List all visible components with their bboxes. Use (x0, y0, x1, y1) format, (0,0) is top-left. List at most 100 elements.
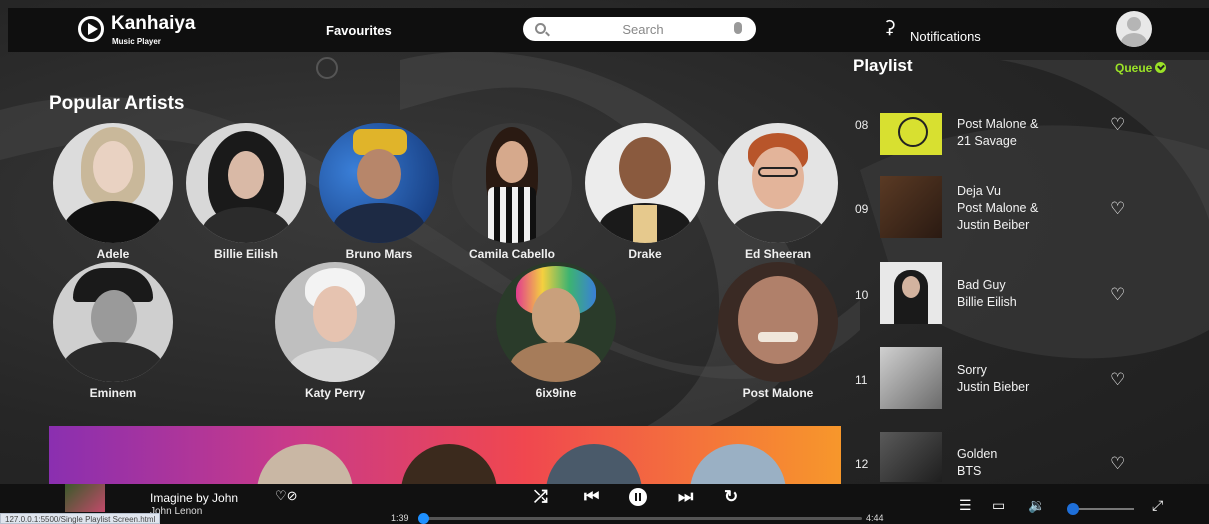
now-playing-thumbnail[interactable] (65, 484, 105, 512)
featured-cover[interactable] (257, 444, 353, 484)
track-number: 12 (855, 457, 869, 471)
seek-handle[interactable] (418, 513, 429, 524)
artist-card-adele[interactable]: Adele (53, 123, 173, 263)
total-time: 4:44 (866, 513, 884, 523)
track-title: Golden (957, 447, 998, 461)
now-playing-title: Imagine by John (150, 491, 239, 505)
track-title: Sorry (957, 363, 987, 377)
expand-icon[interactable]: ⤢ (1152, 497, 1163, 514)
track-thumbnail[interactable] (880, 262, 942, 324)
track-number: 09 (855, 202, 869, 216)
favorite-heart-icon[interactable]: ♡ (1110, 285, 1125, 305)
featured-cover[interactable] (546, 444, 642, 484)
pause-button[interactable] (629, 488, 647, 506)
previous-icon[interactable]: ⏮ (584, 486, 599, 508)
artist-card-post-malone[interactable]: Post Malone (718, 262, 838, 402)
artist-card-eminem[interactable]: Eminem (53, 262, 173, 402)
play-logo-icon[interactable] (78, 16, 104, 42)
playlist-track[interactable]: 10 Bad Guy Billie Eilish ♡ (855, 262, 1155, 332)
track-artist: 21 Savage (957, 134, 1017, 148)
artist-name: Katy Perry (304, 386, 366, 400)
queue-label: Queue (1115, 61, 1153, 75)
top-bar: Kanhaiya Music Player Favourites ⚳ Notif… (8, 8, 1209, 52)
block-icon[interactable]: ⊘ (287, 488, 298, 503)
like-heart-icon[interactable]: ♡ (275, 488, 287, 503)
player-bar: Imagine by John John Lenon ♡⊘ ⤮ ⏮ ⏭ ↻ 1:… (0, 484, 1209, 524)
track-thumbnail[interactable] (880, 176, 942, 238)
favorite-heart-icon[interactable]: ♡ (1110, 115, 1125, 135)
featured-cover[interactable] (401, 444, 497, 484)
featured-cover[interactable] (690, 444, 786, 484)
microphone-icon[interactable] (734, 22, 742, 34)
volume-handle[interactable] (1067, 503, 1079, 515)
favourites-link[interactable]: Favourites (326, 23, 392, 38)
volume-icon[interactable]: 🔉 (1028, 497, 1045, 514)
artist-card-ed-sheeran[interactable]: Ed Sheeran (718, 123, 838, 263)
user-avatar[interactable] (1116, 11, 1152, 47)
popular-artists-title: Popular Artists (49, 93, 185, 114)
artist-card-6ix9ine[interactable]: 6ix9ine (496, 262, 616, 402)
repeat-icon[interactable]: ↻ (724, 486, 738, 508)
artist-card-bruno-mars[interactable]: Bruno Mars (319, 123, 439, 263)
artist-photo[interactable] (496, 262, 616, 382)
seek-bar[interactable] (418, 513, 862, 524)
artist-photo[interactable] (718, 262, 838, 382)
search-icon[interactable] (535, 23, 546, 34)
notifications-link[interactable]: Notifications (910, 29, 981, 44)
volume-slider[interactable] (1067, 503, 1134, 515)
track-number: 10 (855, 288, 869, 302)
favorite-heart-icon[interactable]: ♡ (1110, 454, 1125, 474)
app-subtitle: Music Player (112, 37, 161, 46)
artist-photo[interactable] (53, 262, 173, 382)
search-box[interactable] (523, 17, 756, 41)
favorite-heart-icon[interactable]: ♡ (1110, 370, 1125, 390)
app-title[interactable]: Kanhaiya (111, 13, 195, 35)
playlist-track[interactable]: 08 Post Malone & 21 Savage ♡ (855, 113, 1155, 183)
shuffle-icon[interactable]: ⤮ (534, 486, 548, 508)
track-number: 08 (855, 118, 869, 132)
artist-photo[interactable] (319, 123, 439, 243)
next-icon[interactable]: ⏭ (678, 486, 693, 508)
artist-name: Post Malone (742, 386, 814, 400)
track-thumbnail[interactable] (880, 347, 942, 409)
artist-photo[interactable] (718, 123, 838, 243)
queue-button[interactable]: Queue (1115, 61, 1167, 75)
track-artist: BTS (957, 464, 982, 478)
search-input[interactable] (583, 20, 703, 38)
track-title: Post Malone & (957, 117, 1039, 131)
track-artist: Justin Bieber (957, 380, 1030, 394)
elapsed-time: 1:39 (391, 513, 409, 523)
decorative-circle (316, 57, 338, 79)
notification-bell-icon[interactable]: ⚳ (883, 17, 896, 38)
favorite-heart-icon[interactable]: ♡ (1110, 199, 1125, 219)
track-thumbnail[interactable] (880, 432, 942, 482)
check-circle-icon (1155, 62, 1167, 73)
playlist-track[interactable]: 11 Sorry Justin Bieber ♡ (855, 347, 1155, 417)
artist-card-camila-cabello[interactable]: Camila Cabello (452, 123, 572, 263)
track-title: Deja Vu (957, 184, 1002, 198)
track-artist: Billie Eilish (957, 295, 1017, 309)
artist-photo[interactable] (452, 123, 572, 243)
track-title: Bad Guy (957, 278, 1006, 292)
featured-banner[interactable] (49, 426, 841, 484)
browser-status-url: 127.0.0.1:5500/Single Playlist Screen.ht… (0, 513, 161, 524)
artist-photo[interactable] (275, 262, 395, 382)
artist-card-katy-perry[interactable]: Katy Perry (275, 262, 395, 402)
artist-photo[interactable] (53, 123, 173, 243)
artist-card-drake[interactable]: Drake (585, 123, 705, 263)
list-icon[interactable]: ☰ (959, 497, 972, 514)
playlist-track[interactable]: 09 Deja Vu Post Malone & Justin Beiber ♡ (855, 176, 1155, 246)
track-artist-2: Justin Beiber (957, 218, 1030, 232)
now-playing-actions: ♡⊘ (275, 488, 298, 504)
track-artist: Post Malone & (957, 201, 1039, 215)
playlist-title: Playlist (853, 56, 913, 75)
track-thumbnail[interactable] (880, 113, 942, 155)
artist-photo[interactable] (186, 123, 306, 243)
artist-name: 6ix9ine (535, 386, 577, 400)
artist-photo[interactable] (585, 123, 705, 243)
track-number: 11 (855, 373, 868, 387)
artist-name: Eminem (89, 386, 137, 400)
artist-card-billie-eilish[interactable]: Billie Eilish (186, 123, 306, 263)
artist-name: Ed Sheeran (744, 247, 812, 261)
device-icon[interactable]: ▭ (992, 497, 1005, 514)
